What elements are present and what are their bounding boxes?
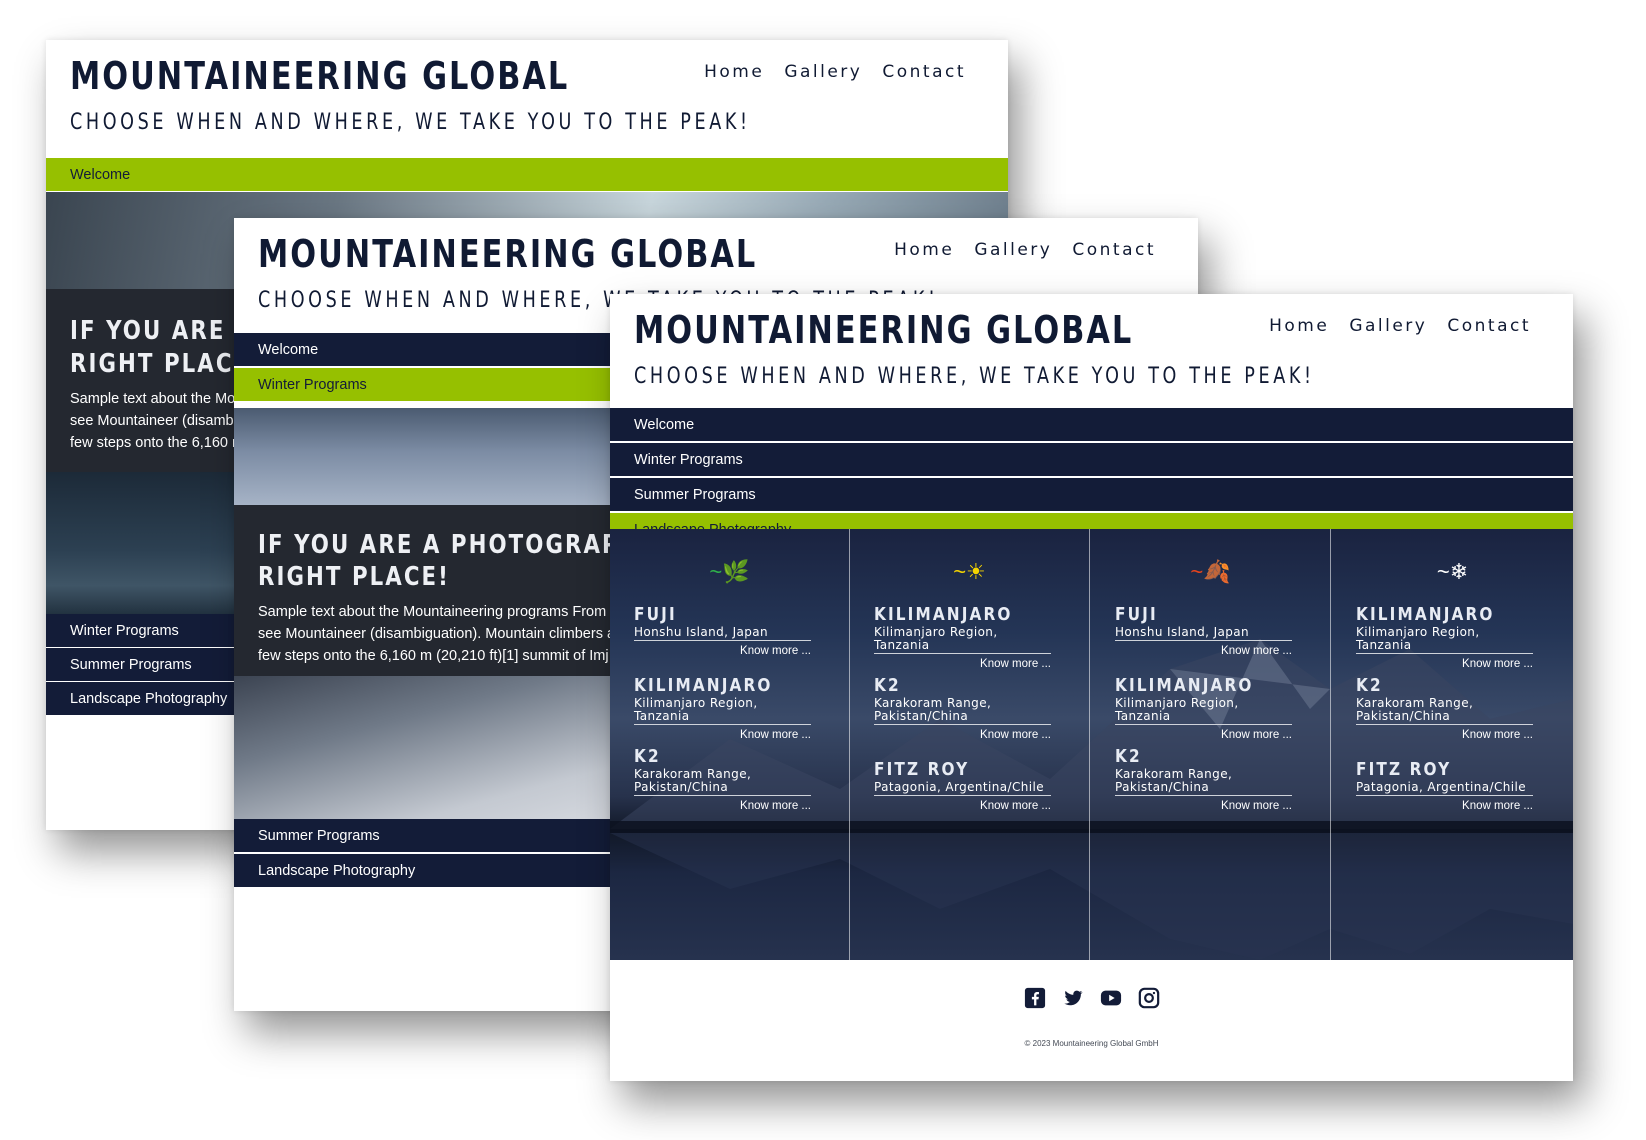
copyright: © 2023 Mountaineering Global GmbH (1024, 1039, 1159, 1048)
main-nav: Home Gallery Contact (1269, 316, 1531, 336)
program-card: K2 Karakoram Range, Pakistan/China Know mor… (874, 676, 1051, 742)
brand-title[interactable]: MOUNTAINEERING GLOBAL (70, 54, 569, 98)
program-location: Karakoram Range, Pakistan/China (874, 697, 1051, 725)
know-more-link[interactable]: Know more ... (634, 799, 811, 813)
program-location-line: Pakistan/China (874, 709, 969, 723)
know-more-link[interactable]: Know more ... (1115, 644, 1292, 658)
youtube-icon[interactable] (1100, 987, 1122, 1009)
program-card: K2 Karakoram Range, Pakistan/China Know mor… (1115, 747, 1292, 813)
know-more-link[interactable]: Know more ... (634, 644, 811, 658)
summer-season-icon: ~☀ (953, 559, 986, 584)
program-column-winter: ~❄ KILIMANJARO Kilimanjaro Region, Tanzani… (1332, 529, 1573, 960)
program-name: KILIMANJARO (874, 604, 1013, 625)
window-landscape: MOUNTAINEERING GLOBAL CHOOSE WHEN AND WH… (610, 294, 1573, 1081)
nav-contact[interactable]: Contact (1447, 316, 1531, 336)
program-name: K2 (1356, 675, 1383, 696)
brand-title[interactable]: MOUNTAINEERING GLOBAL (258, 232, 757, 276)
program-location: Karakoram Range, Pakistan/China (1115, 768, 1292, 796)
know-more-link[interactable]: Know more ... (1356, 728, 1533, 742)
program-card: FUJI Honshu Island, Japan Know more ... (634, 605, 811, 658)
program-card: K2 Karakoram Range, Pakistan/China Know mor… (1356, 676, 1533, 742)
section-winter[interactable]: Winter Programs (610, 443, 1573, 477)
instagram-icon[interactable] (1138, 987, 1160, 1009)
program-location-line: Pakistan/China (1356, 709, 1451, 723)
program-location: Kilimanjaro Region, Tanzania (634, 697, 811, 725)
know-more-link[interactable]: Know more ... (874, 728, 1051, 742)
program-card: KILIMANJARO Kilimanjaro Region, Tanzania K… (634, 676, 811, 742)
tagline: CHOOSE WHEN AND WHERE, WE TAKE YOU TO TH… (70, 110, 751, 135)
nav-home[interactable]: Home (704, 62, 764, 82)
main-nav: Home Gallery Contact (704, 62, 966, 82)
know-more-link[interactable]: Know more ... (634, 728, 811, 742)
nav-home[interactable]: Home (894, 240, 954, 260)
program-name: FITZ ROY (874, 759, 970, 780)
social-links (610, 987, 1573, 1009)
program-card: KILIMANJARO Kilimanjaro Region, Tanzania K… (1115, 676, 1292, 742)
program-card: FUJI Honshu Island, Japan Know more ... (1115, 605, 1292, 658)
program-location: Patagonia, Argentina/Chile (874, 781, 1051, 796)
program-location: Honshu Island, Japan (634, 626, 811, 641)
section-summer[interactable]: Summer Programs (610, 478, 1573, 512)
program-location: Karakoram Range, Pakistan/China (634, 768, 811, 796)
program-name: K2 (1115, 746, 1142, 767)
nav-contact[interactable]: Contact (882, 62, 966, 82)
know-more-link[interactable]: Know more ... (1356, 799, 1533, 813)
program-location: Karakoram Range, Pakistan/China (1356, 697, 1533, 725)
program-card: FITZ ROY Patagonia, Argentina/Chile Know m… (1356, 760, 1533, 813)
nav-gallery[interactable]: Gallery (1349, 316, 1427, 336)
program-location: Honshu Island, Japan (1115, 626, 1292, 641)
program-location: Kilimanjaro Region, Tanzania (874, 626, 1051, 654)
brand-title[interactable]: MOUNTAINEERING GLOBAL (634, 308, 1133, 352)
know-more-link[interactable]: Know more ... (1356, 657, 1533, 671)
program-card: KILIMANJARO Kilimanjaro Region, Tanzania K… (1356, 605, 1533, 671)
know-more-link[interactable]: Know more ... (1115, 799, 1292, 813)
program-column-summer: ~☀ KILIMANJARO Kilimanjaro Region, Tanzani… (850, 529, 1090, 960)
program-location-line: Pakistan/China (634, 780, 729, 794)
winter-season-icon: ~❄ (1436, 559, 1469, 584)
program-name: FITZ ROY (1356, 759, 1452, 780)
program-location: Kilimanjaro Region, Tanzania (1115, 697, 1292, 725)
program-location: Kilimanjaro Region, Tanzania (1356, 626, 1533, 654)
tagline: CHOOSE WHEN AND WHERE, WE TAKE YOU TO TH… (634, 364, 1315, 389)
program-name: K2 (874, 675, 901, 696)
program-card: K2 Karakoram Range, Pakistan/China Know mor… (634, 747, 811, 813)
program-column-autumn: ~🍂 FUJI Honshu Island, Japan Know more ... K… (1091, 529, 1331, 960)
nav-gallery[interactable]: Gallery (974, 240, 1052, 260)
program-name: KILIMANJARO (1356, 604, 1495, 625)
program-name: KILIMANJARO (1115, 675, 1254, 696)
program-location: Patagonia, Argentina/Chile (1356, 781, 1533, 796)
program-card: FITZ ROY Patagonia, Argentina/Chile Know m… (874, 760, 1051, 813)
twitter-icon[interactable] (1062, 987, 1084, 1009)
program-card: KILIMANJARO Kilimanjaro Region, Tanzania K… (874, 605, 1051, 671)
program-name: FUJI (634, 604, 677, 625)
panel-heading-line2: RIGHT PLACE! (258, 562, 450, 592)
nav-home[interactable]: Home (1269, 316, 1329, 336)
know-more-link[interactable]: Know more ... (1115, 728, 1292, 742)
program-name: FUJI (1115, 604, 1158, 625)
know-more-link[interactable]: Know more ... (874, 657, 1051, 671)
program-column-spring: ~🌿 FUJI Honshu Island, Japan Know more ... K… (610, 529, 850, 960)
section-welcome[interactable]: Welcome (46, 158, 1008, 192)
autumn-season-icon: ~🍂 (1190, 559, 1231, 584)
program-location-line: Pakistan/China (1115, 780, 1210, 794)
facebook-icon[interactable] (1024, 987, 1046, 1009)
program-name: KILIMANJARO (634, 675, 773, 696)
spring-season-icon: ~🌿 (709, 559, 750, 584)
program-name: K2 (634, 746, 661, 767)
section-welcome[interactable]: Welcome (610, 408, 1573, 442)
nav-contact[interactable]: Contact (1072, 240, 1156, 260)
main-nav: Home Gallery Contact (894, 240, 1156, 260)
know-more-link[interactable]: Know more ... (874, 799, 1051, 813)
nav-gallery[interactable]: Gallery (784, 62, 862, 82)
programs-grid: ~🌿 FUJI Honshu Island, Japan Know more ... K… (610, 529, 1573, 960)
